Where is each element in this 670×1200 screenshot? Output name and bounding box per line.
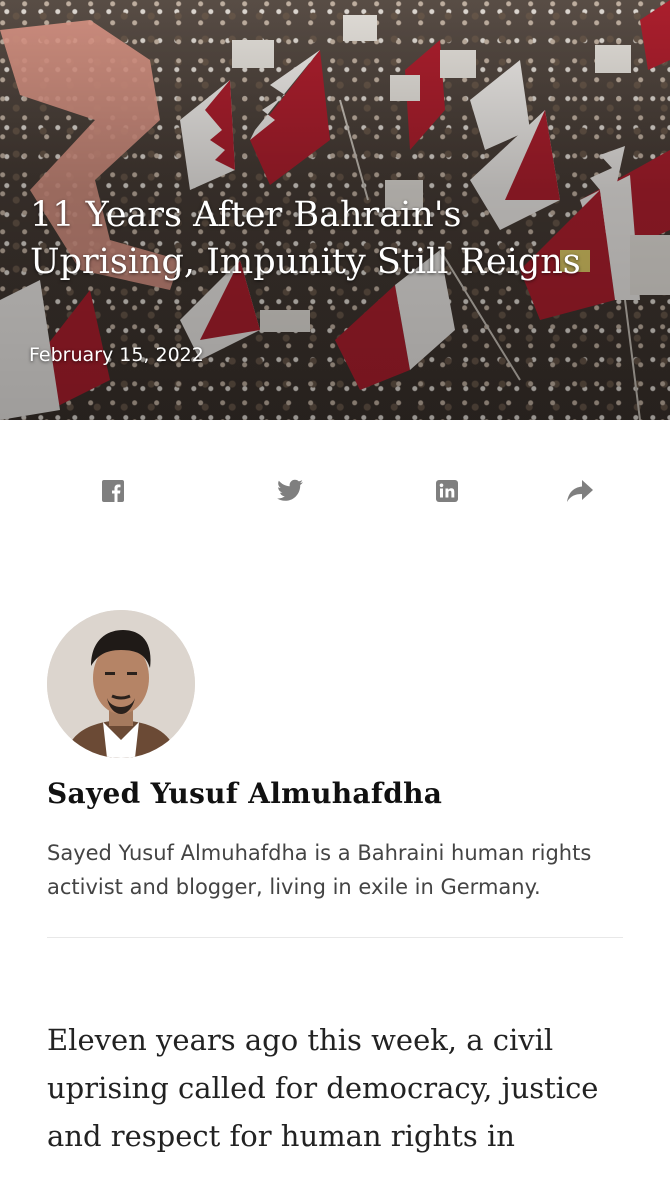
share-bar [0,420,670,560]
author-portrait [47,610,195,758]
author-section: Sayed Yusuf Almuhafdha Sayed Yusuf Almuh… [0,610,670,904]
author-bio: Sayed Yusuf Almuhafdha is a Bahraini hum… [47,841,592,899]
author-avatar[interactable] [47,610,195,758]
hero-image: 11 Years After Bahrain's Uprising, Impun… [0,0,670,420]
twitter-icon[interactable] [275,476,305,506]
article-body-intro: Eleven years ago this week, a civil upri… [47,1023,599,1153]
share-arrow-icon[interactable] [565,476,595,506]
article-title: 11 Years After Bahrain's Uprising, Impun… [30,195,581,282]
section-divider [47,937,623,938]
publish-date: February 15, 2022 [29,344,204,366]
linkedin-icon[interactable] [432,476,462,506]
author-name[interactable]: Sayed Yusuf Almuhafdha [47,774,623,814]
facebook-icon[interactable] [98,476,128,506]
